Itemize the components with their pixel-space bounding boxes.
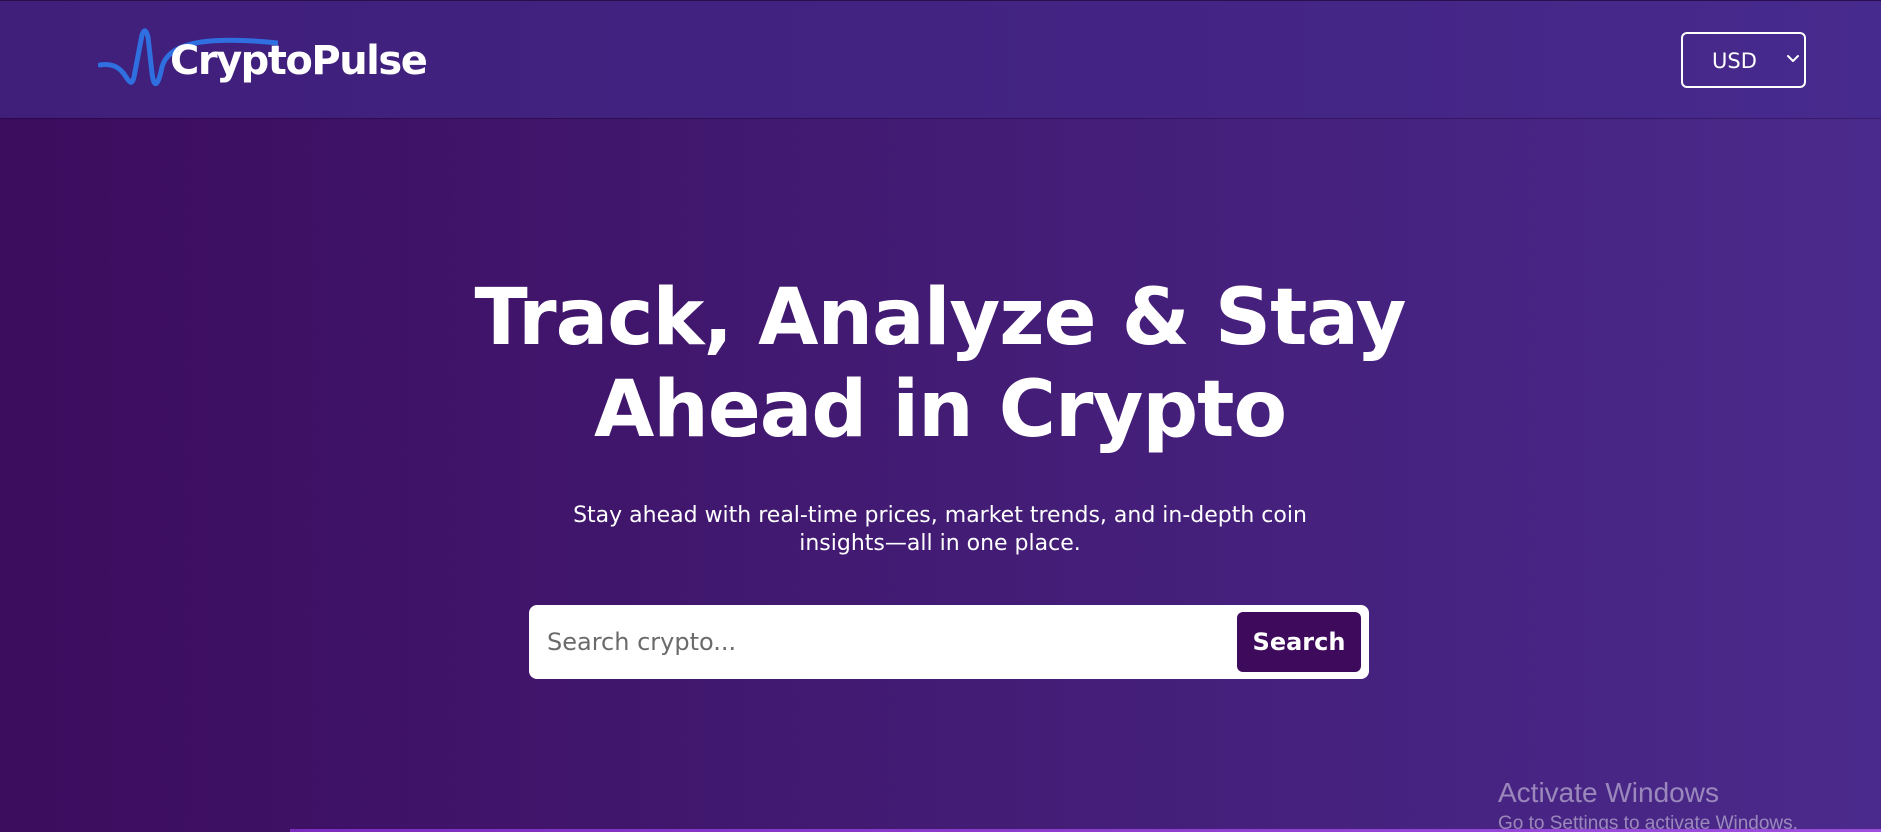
brand-name: CryptoPulse — [170, 38, 428, 84]
hero-subtitle-line1: Stay ahead with real-time prices, market… — [573, 503, 1307, 528]
hero-subtitle: Stay ahead with real-time prices, market… — [560, 502, 1320, 558]
hero-title-line2: Ahead in Crypto — [593, 365, 1287, 455]
chevron-down-icon — [1787, 55, 1799, 62]
hero-title: Track, Analyze & Stay Ahead in Crypto — [440, 272, 1440, 456]
hero-subtitle-line2: insights—all in one place. — [799, 531, 1081, 556]
search-input[interactable] — [547, 619, 1227, 665]
hero-title-line1: Track, Analyze & Stay — [474, 273, 1407, 363]
search-button[interactable]: Search — [1237, 612, 1361, 672]
windows-activation-title: Activate Windows — [1498, 777, 1719, 808]
site-header: CryptoPulse USD — [0, 0, 1881, 118]
currency-select[interactable]: USD — [1681, 32, 1806, 88]
search-bar: Search — [529, 605, 1369, 679]
currency-selected-value: USD — [1712, 49, 1757, 73]
brand-logo[interactable]: CryptoPulse — [98, 27, 438, 93]
